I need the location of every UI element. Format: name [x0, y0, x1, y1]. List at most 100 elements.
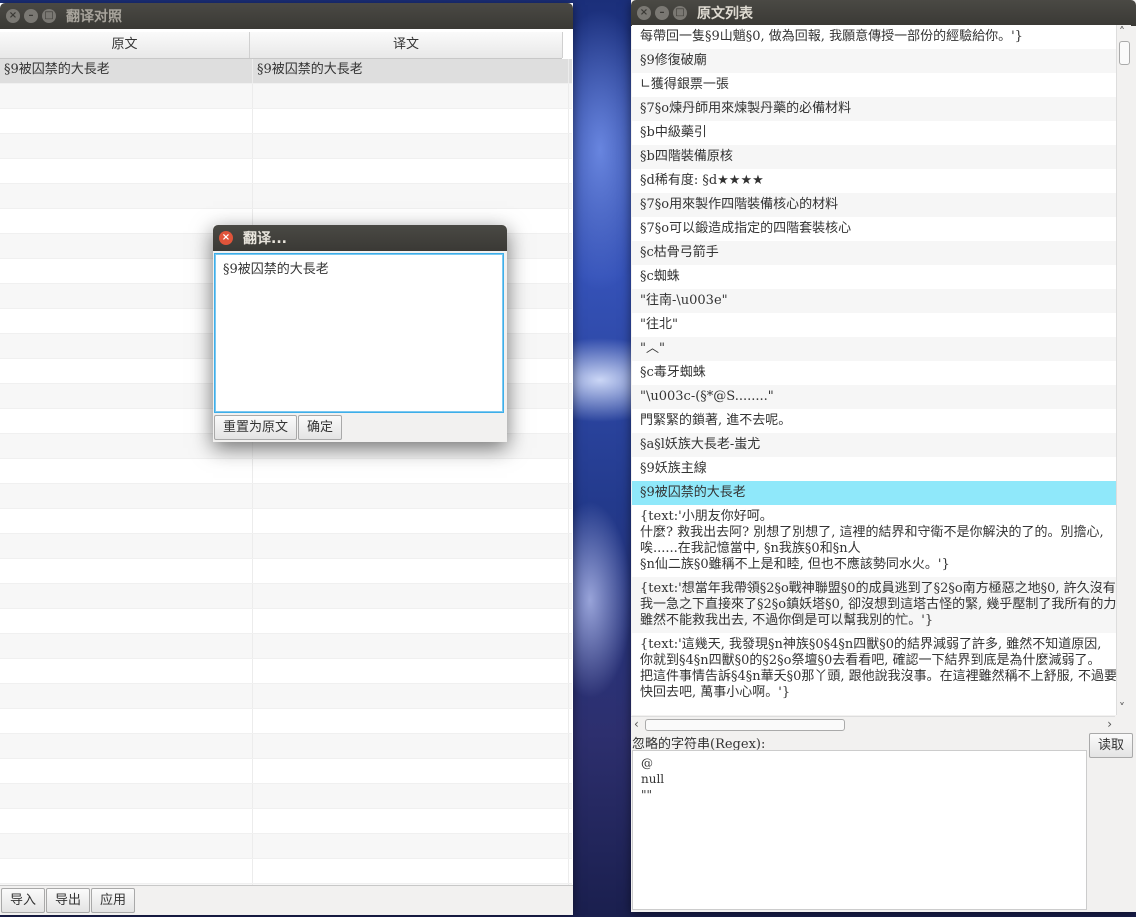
- cell-original[interactable]: [0, 634, 253, 658]
- cell-original[interactable]: [0, 684, 253, 708]
- cell-original[interactable]: [0, 134, 253, 158]
- list-item[interactable]: ∟獲得銀票一張: [632, 73, 1116, 97]
- cell-original[interactable]: [0, 734, 253, 758]
- table-row[interactable]: [0, 659, 572, 684]
- close-icon[interactable]: ×: [6, 9, 20, 23]
- maximize-icon[interactable]: □: [673, 6, 687, 20]
- list-item[interactable]: "\u003c-(§*@S........": [632, 385, 1116, 409]
- close-icon[interactable]: ×: [219, 231, 233, 245]
- cell-translation[interactable]: [253, 684, 569, 708]
- cell-translation[interactable]: [253, 109, 569, 133]
- minimize-icon[interactable]: –: [655, 6, 669, 20]
- cell-translation[interactable]: [253, 659, 569, 683]
- cell-original[interactable]: [0, 784, 253, 808]
- table-row[interactable]: [0, 84, 572, 109]
- table-row[interactable]: [0, 834, 572, 859]
- list-item[interactable]: §9妖族主線: [632, 457, 1116, 481]
- table-row[interactable]: [0, 509, 572, 534]
- cell-translation[interactable]: [253, 534, 569, 558]
- export-button[interactable]: 导出: [46, 888, 91, 913]
- list-item[interactable]: §b中級藥引: [632, 121, 1116, 145]
- cell-original[interactable]: [0, 184, 253, 208]
- cell-translation[interactable]: [253, 584, 569, 608]
- table-row[interactable]: [0, 159, 572, 184]
- regex-textarea[interactable]: @ null "": [632, 750, 1087, 910]
- table-row[interactable]: [0, 534, 572, 559]
- list-item[interactable]: §c蜘蛛: [632, 265, 1116, 289]
- table-row[interactable]: [0, 684, 572, 709]
- cell-original[interactable]: [0, 659, 253, 683]
- table-row[interactable]: [0, 559, 572, 584]
- cell-translation[interactable]: [253, 159, 569, 183]
- cell-original[interactable]: [0, 84, 253, 108]
- table-row[interactable]: [0, 459, 572, 484]
- cell-translation[interactable]: [253, 459, 569, 483]
- cell-translation[interactable]: [253, 734, 569, 758]
- cell-translation[interactable]: §9被囚禁的大長老: [253, 59, 569, 83]
- cell-translation[interactable]: [253, 484, 569, 508]
- table-row[interactable]: [0, 809, 572, 834]
- cell-original[interactable]: [0, 834, 253, 858]
- scroll-thumb[interactable]: [645, 719, 845, 731]
- cell-translation[interactable]: [253, 809, 569, 833]
- ok-button[interactable]: 确定: [298, 415, 343, 440]
- import-button[interactable]: 导入: [1, 888, 46, 913]
- cell-translation[interactable]: [253, 134, 569, 158]
- cell-translation[interactable]: [253, 784, 569, 808]
- cell-original[interactable]: [0, 759, 253, 783]
- scroll-thumb[interactable]: [1119, 41, 1130, 65]
- cell-original[interactable]: [0, 484, 253, 508]
- cell-original[interactable]: [0, 459, 253, 483]
- cell-translation[interactable]: [253, 509, 569, 533]
- close-icon[interactable]: ×: [637, 6, 651, 20]
- list-item[interactable]: §d稀有度: §d★★★★: [632, 169, 1116, 193]
- cell-original[interactable]: [0, 709, 253, 733]
- table-row[interactable]: [0, 784, 572, 809]
- table-row[interactable]: [0, 134, 572, 159]
- table-row[interactable]: [0, 859, 572, 884]
- list-item[interactable]: §7§o用來製作四階裝備核心的材料: [632, 193, 1116, 217]
- minimize-icon[interactable]: –: [24, 9, 38, 23]
- cell-translation[interactable]: [253, 84, 569, 108]
- table-row[interactable]: [0, 759, 572, 784]
- table-row[interactable]: [0, 484, 572, 509]
- list-item[interactable]: §c毒牙蜘蛛: [632, 361, 1116, 385]
- cell-translation[interactable]: [253, 609, 569, 633]
- apply-button[interactable]: 应用: [91, 888, 136, 913]
- list-item[interactable]: §9修復破廟: [632, 49, 1116, 73]
- table-row[interactable]: [0, 734, 572, 759]
- cell-translation[interactable]: [253, 859, 569, 883]
- cell-translation[interactable]: [253, 759, 569, 783]
- list-item[interactable]: §b四階裝備原核: [632, 145, 1116, 169]
- table-row[interactable]: [0, 609, 572, 634]
- table-row[interactable]: [0, 184, 572, 209]
- cell-translation[interactable]: [253, 709, 569, 733]
- list-item[interactable]: §c枯骨弓箭手: [632, 241, 1116, 265]
- list-item[interactable]: "往南-\u003e": [632, 289, 1116, 313]
- column-header-translation[interactable]: 译文: [250, 32, 563, 58]
- list-item[interactable]: {text:'這幾天, 我發現§n神族§0§4§n四獸§0的結界減弱了許多, 雖…: [632, 633, 1116, 705]
- table-row[interactable]: [0, 634, 572, 659]
- cell-original[interactable]: §9被囚禁的大長老: [0, 59, 253, 83]
- list-item[interactable]: 每帶回一隻§9山魈§0, 做為回報, 我願意傳授一部份的經驗給你。'}: [632, 25, 1116, 49]
- cell-original[interactable]: [0, 609, 253, 633]
- list-item[interactable]: "︿": [632, 337, 1116, 361]
- cell-translation[interactable]: [253, 834, 569, 858]
- column-header-original[interactable]: 原文: [0, 32, 250, 58]
- table-row[interactable]: [0, 584, 572, 609]
- cell-original[interactable]: [0, 809, 253, 833]
- maximize-icon[interactable]: □: [42, 9, 56, 23]
- cell-original[interactable]: [0, 109, 253, 133]
- scroll-up-icon[interactable]: ˄: [1119, 25, 1125, 39]
- list-item[interactable]: §9被囚禁的大長老: [632, 481, 1116, 505]
- list-item[interactable]: §7§o可以鍛造成指定的四階套裝核心: [632, 217, 1116, 241]
- cell-original[interactable]: [0, 559, 253, 583]
- list-item[interactable]: {text:'想當年我帶領§2§o戰神聯盟§0的成員逃到了§2§o南方極惡之地§…: [632, 577, 1116, 633]
- horizontal-scrollbar[interactable]: ‹ ›: [631, 716, 1115, 733]
- list-item[interactable]: {text:'小朋友你好呵。 什麼? 救我出去阿? 別想了別想了, 這裡的結界和…: [632, 505, 1116, 577]
- translation-textarea[interactable]: §9被囚禁的大長老: [214, 253, 504, 413]
- list-item[interactable]: §7§o煉丹師用來煉製丹藥的必備材料: [632, 97, 1116, 121]
- cell-original[interactable]: [0, 534, 253, 558]
- vertical-scrollbar[interactable]: ˄ ˅: [1116, 25, 1131, 715]
- scroll-down-icon[interactable]: ˅: [1119, 701, 1125, 715]
